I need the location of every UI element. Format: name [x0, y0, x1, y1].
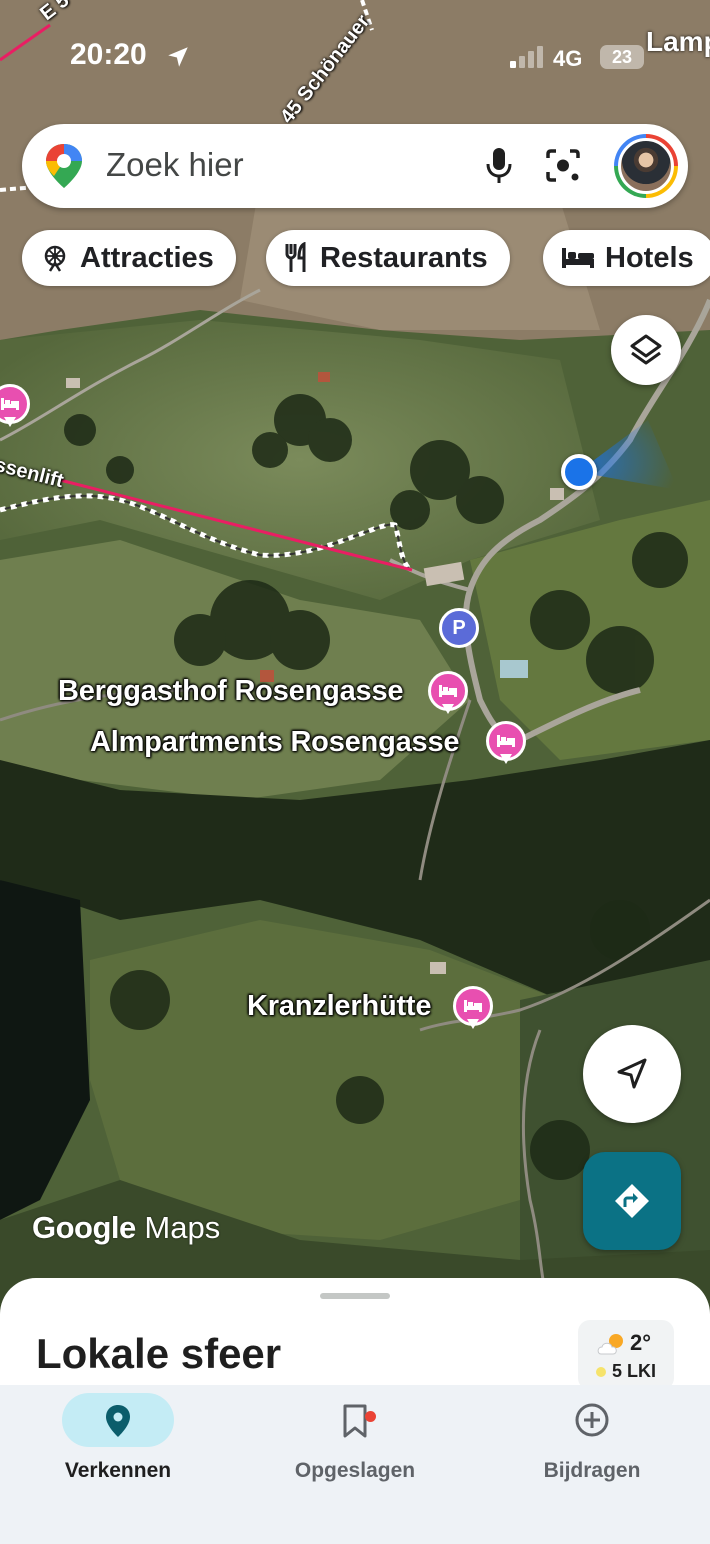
hotel-pin-kranzlerhutte[interactable]	[453, 986, 493, 1032]
avatar[interactable]	[614, 134, 678, 198]
navigation-arrow-icon	[617, 1058, 647, 1089]
signal-icon	[510, 46, 543, 68]
chip-label: Attracties	[80, 241, 214, 274]
directions-icon	[615, 1184, 649, 1218]
layers-icon	[630, 334, 662, 365]
place-label-almpartments[interactable]: Almpartments Rosengasse	[90, 726, 460, 759]
place-label-berggasthof[interactable]: Berggasthof Rosengasse	[58, 675, 404, 708]
microphone-icon[interactable]	[484, 146, 514, 186]
lens-icon[interactable]	[544, 148, 582, 184]
ferris-wheel-icon	[40, 243, 70, 273]
layers-button[interactable]	[611, 315, 681, 385]
search-bar[interactable]: Zoek hier	[22, 124, 688, 208]
notification-badge	[365, 1411, 376, 1422]
air-quality-index: 5 LKI	[612, 1361, 657, 1381]
parking-pin[interactable]: P	[439, 608, 479, 648]
chip-hotels[interactable]: Hotels	[543, 230, 710, 286]
chip-label: Restaurants	[320, 241, 488, 274]
hotel-pin-almpartments[interactable]	[486, 721, 526, 767]
weather-card[interactable]: 2° 5 LKI	[578, 1320, 674, 1390]
explore-pin-icon	[106, 1405, 130, 1437]
status-time: 20:20	[70, 38, 147, 71]
sheet-title: Lokale sfeer	[36, 1330, 282, 1377]
hotel-pin-berggasthof[interactable]	[428, 671, 468, 717]
recenter-button[interactable]	[583, 1025, 681, 1123]
place-label-kranzlerhutte[interactable]: Kranzlerhütte	[247, 990, 432, 1023]
sheet-drag-handle[interactable]	[320, 1293, 390, 1299]
weather-temperature: 2°	[630, 1330, 652, 1355]
chip-label: Hotels	[605, 241, 694, 274]
partly-cloudy-icon	[597, 1334, 623, 1355]
nav-label: Verkennen	[64, 1459, 172, 1482]
nav-label: Opgeslagen	[294, 1459, 416, 1482]
battery-indicator: 23	[600, 45, 644, 69]
maps-pin-icon	[46, 144, 82, 188]
directions-button[interactable]	[583, 1152, 681, 1250]
hotel-pin[interactable]	[0, 384, 30, 430]
add-circle-icon	[575, 1403, 609, 1437]
air-quality-dot	[596, 1367, 606, 1377]
location-arrow-icon	[168, 47, 188, 67]
chip-restaurants[interactable]: Restaurants	[266, 230, 510, 286]
search-input[interactable]: Zoek hier	[106, 146, 244, 184]
map-edge-label: Lamp	[646, 26, 710, 57]
bottom-navigation: Verkennen Opgeslagen Bijdragen	[0, 1385, 710, 1544]
nav-item-bijdragen[interactable]: Bijdragen	[474, 1385, 710, 1505]
bed-icon	[561, 246, 595, 270]
nav-item-opgeslagen[interactable]: Opgeslagen	[237, 1385, 473, 1505]
nav-item-verkennen[interactable]: Verkennen	[0, 1385, 236, 1505]
nav-label: Bijdragen	[543, 1459, 641, 1482]
google-maps-logo: Google Maps	[32, 1210, 221, 1245]
status-bar: 20:20 4G 23 Lamp	[0, 0, 710, 110]
my-location-dot	[561, 454, 597, 490]
network-type: 4G	[553, 46, 583, 71]
chip-attracties[interactable]: Attracties	[22, 230, 236, 286]
fork-knife-icon	[284, 242, 310, 274]
